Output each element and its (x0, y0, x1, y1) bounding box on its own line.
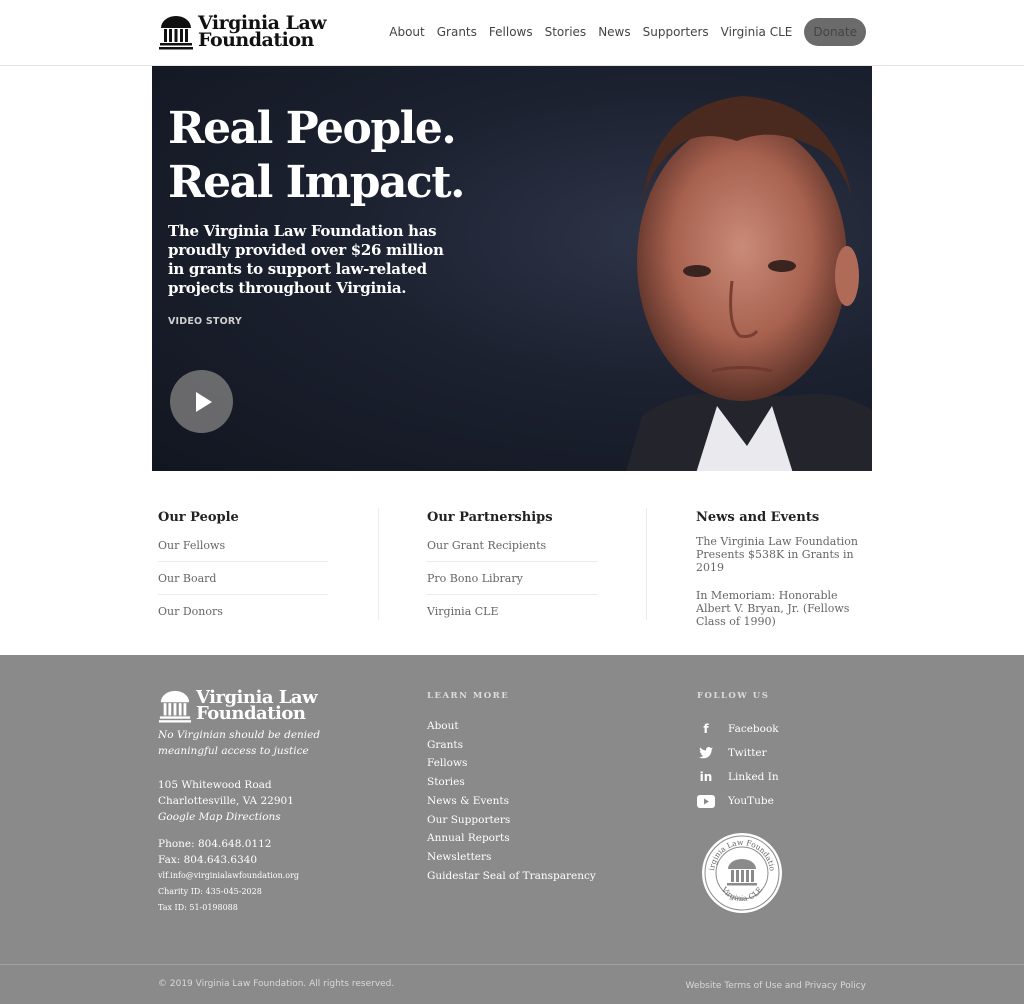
our-people-column: Our People Our Fellows Our Board Our Don… (158, 508, 328, 633)
hero-title: Real People. Real Impact. (168, 102, 465, 210)
terms-privacy-link[interactable]: Website Terms of Use and Privacy Policy (686, 981, 866, 991)
link-virginia-cle[interactable]: Virginia CLE (427, 601, 597, 627)
fax-number: Fax: 804.643.6340 (158, 854, 258, 866)
section-links: Our People Our Fellows Our Board Our Don… (158, 508, 868, 628)
footer-link-about[interactable]: About (427, 717, 596, 736)
nav-grants[interactable]: Grants (437, 25, 477, 39)
our-partnerships-column: Our Partnerships Our Grant Recipients Pr… (427, 508, 597, 633)
news-events-heading: News and Events (696, 510, 820, 525)
nav-news[interactable]: News (598, 25, 630, 39)
footer-link-annual-reports[interactable]: Annual Reports (427, 829, 596, 848)
linkedin-icon: in (699, 770, 713, 784)
our-partnerships-heading: Our Partnerships (427, 510, 553, 525)
footer-logo[interactable]: Virginia Law Foundation (158, 689, 318, 724)
link-pro-bono-library[interactable]: Pro Bono Library (427, 568, 597, 595)
columns-logo-icon (158, 690, 192, 723)
main-nav: About Grants Fellows Stories News Suppor… (377, 18, 866, 46)
hero-portrait-image (626, 96, 872, 471)
play-icon (196, 392, 212, 412)
nav-about[interactable]: About (389, 25, 424, 39)
link-our-donors[interactable]: Our Donors (158, 601, 328, 627)
social-twitter[interactable]: Twitter (697, 741, 779, 765)
social-linkedin[interactable]: in Linked In (697, 765, 779, 789)
site-footer: Virginia Law Foundation No Virginian sho… (0, 655, 1024, 1004)
social-label: Linked In (728, 771, 779, 783)
news-item[interactable]: The Virginia Law Foundation Presents $53… (696, 535, 866, 574)
address-line-1: 105 Whitewood Road (158, 779, 272, 791)
follow-us-heading: FOLLOW US (697, 691, 770, 701)
social-links: f Facebook Twitter in Linked In YouTube (697, 717, 779, 813)
site-logo[interactable]: Virginia Law Foundation (158, 14, 327, 51)
twitter-icon (697, 745, 715, 761)
columns-logo-icon (159, 16, 193, 50)
footer-link-grants[interactable]: Grants (427, 736, 596, 755)
footer-contact: Phone: 804.648.0112 Fax: 804.643.6340 vl… (158, 836, 299, 916)
social-youtube[interactable]: YouTube (697, 789, 779, 813)
nav-fellows[interactable]: Fellows (489, 25, 533, 39)
logo-line-2: Foundation (198, 29, 314, 51)
column-divider (378, 508, 379, 620)
play-video-button[interactable] (170, 370, 233, 433)
nav-stories[interactable]: Stories (545, 25, 587, 39)
footer-link-fellows[interactable]: Fellows (427, 754, 596, 773)
footer-link-supporters[interactable]: Our Supporters (427, 811, 596, 830)
tax-id: Tax ID: 51-0198088 (158, 903, 238, 912)
footer-link-news-events[interactable]: News & Events (427, 792, 596, 811)
link-grant-recipients[interactable]: Our Grant Recipients (427, 535, 597, 562)
footer-link-stories[interactable]: Stories (427, 773, 596, 792)
footer-address: 105 Whitewood Road Charlottesville, VA 2… (158, 777, 294, 825)
virginia-cle-seal-icon[interactable]: Virginia Law Foundation Virginia CLE (700, 831, 784, 915)
footer-logo-line-2: Foundation (196, 703, 306, 724)
video-story-tag: VIDEO STORY (168, 316, 242, 327)
hero-title-line-2: Real Impact. (168, 157, 465, 208)
social-facebook[interactable]: f Facebook (697, 717, 779, 741)
footer-tagline: No Virginian should be denied meaningful… (158, 729, 321, 757)
column-divider (646, 508, 647, 620)
nav-virginia-cle[interactable]: Virginia CLE (721, 25, 793, 39)
hero-title-line-1: Real People. (168, 103, 457, 154)
google-map-link[interactable]: Google Map Directions (158, 811, 281, 823)
our-people-heading: Our People (158, 510, 239, 525)
news-item[interactable]: In Memoriam: Honorable Albert V. Bryan, … (696, 589, 866, 628)
footer-link-guidestar[interactable]: Guidestar Seal of Transparency (427, 867, 596, 886)
learn-more-links: About Grants Fellows Stories News & Even… (427, 717, 596, 885)
footer-divider (0, 964, 1024, 965)
hero-subtitle: The Virginia Law Foundation has proudly … (168, 222, 444, 297)
email-link[interactable]: vlf.info@virginialawfoundation.org (158, 868, 299, 884)
charity-id: Charity ID: 435-045-2028 (158, 887, 262, 896)
news-events-column: News and Events The Virginia Law Foundat… (696, 508, 866, 643)
site-header: Virginia Law Foundation About Grants Fel… (0, 0, 1024, 66)
nav-supporters[interactable]: Supporters (643, 25, 709, 39)
hero-banner: Real People. Real Impact. The Virginia L… (152, 66, 872, 471)
youtube-icon (697, 793, 715, 809)
address-line-2: Charlottesville, VA 22901 (158, 795, 294, 807)
social-label: YouTube (728, 795, 774, 807)
social-label: Twitter (728, 747, 767, 759)
link-our-board[interactable]: Our Board (158, 568, 328, 595)
link-our-fellows[interactable]: Our Fellows (158, 535, 328, 562)
phone-number: Phone: 804.648.0112 (158, 838, 272, 850)
donate-button[interactable]: Donate (804, 18, 866, 46)
copyright-text: © 2019 Virginia Law Foundation. All righ… (158, 979, 395, 989)
social-label: Facebook (728, 723, 779, 735)
learn-more-heading: LEARN MORE (427, 691, 510, 701)
footer-link-newsletters[interactable]: Newsletters (427, 848, 596, 867)
facebook-icon: f (703, 722, 709, 736)
